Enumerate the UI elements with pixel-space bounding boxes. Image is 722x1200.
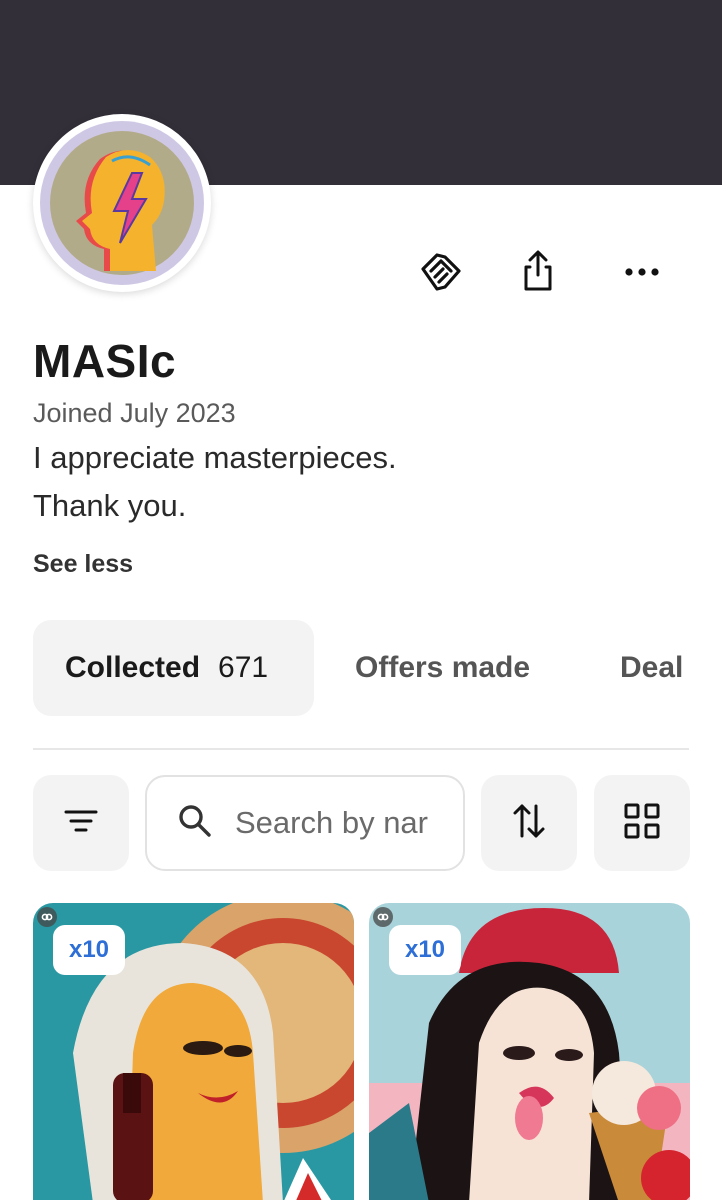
profile-tabs: Collected 671 Offers made Deal (0, 620, 722, 718)
more-options-button[interactable] (614, 244, 670, 300)
nft-card[interactable]: x10 (33, 903, 354, 1200)
share-icon (518, 249, 558, 296)
sort-button[interactable] (481, 775, 577, 871)
see-less-button[interactable]: See less (33, 550, 133, 579)
quantity-badge: x10 (53, 925, 125, 975)
chain-icon (373, 907, 393, 927)
make-deal-button[interactable] (413, 244, 469, 300)
tab-label: Offers made (355, 651, 531, 684)
divider (33, 748, 689, 750)
more-icon (624, 265, 660, 280)
bio-line: I appreciate masterpieces. (33, 440, 397, 475)
profile-page: MASIc Joined July 2023 I appreciate mast… (0, 0, 722, 1200)
filter-icon (63, 808, 99, 839)
bio-line: Thank you. (33, 488, 187, 523)
avatar-image (40, 121, 204, 285)
chain-icon (37, 907, 57, 927)
handshake-icon (417, 247, 465, 298)
tab-deals[interactable]: Deal (620, 620, 683, 716)
tab-label: Collected (65, 651, 201, 684)
filter-button[interactable] (33, 775, 129, 871)
share-button[interactable] (510, 244, 566, 300)
sort-icon (512, 802, 546, 845)
quantity-badge: x10 (389, 925, 461, 975)
tab-offers-made[interactable]: Offers made (355, 620, 530, 716)
search-icon (177, 803, 213, 844)
tab-count: 671 (218, 651, 269, 684)
nft-card[interactable]: x10 (369, 903, 690, 1200)
grid-icon (624, 803, 660, 844)
tab-collected[interactable]: Collected 671 (33, 620, 314, 716)
search-input[interactable] (235, 805, 455, 841)
tab-label: Deal (620, 651, 684, 684)
grid-view-button[interactable] (594, 775, 690, 871)
profile-username: MASIc (33, 335, 177, 387)
search-field[interactable] (145, 775, 465, 871)
joined-date: Joined July 2023 (33, 398, 236, 428)
avatar[interactable] (33, 114, 211, 292)
